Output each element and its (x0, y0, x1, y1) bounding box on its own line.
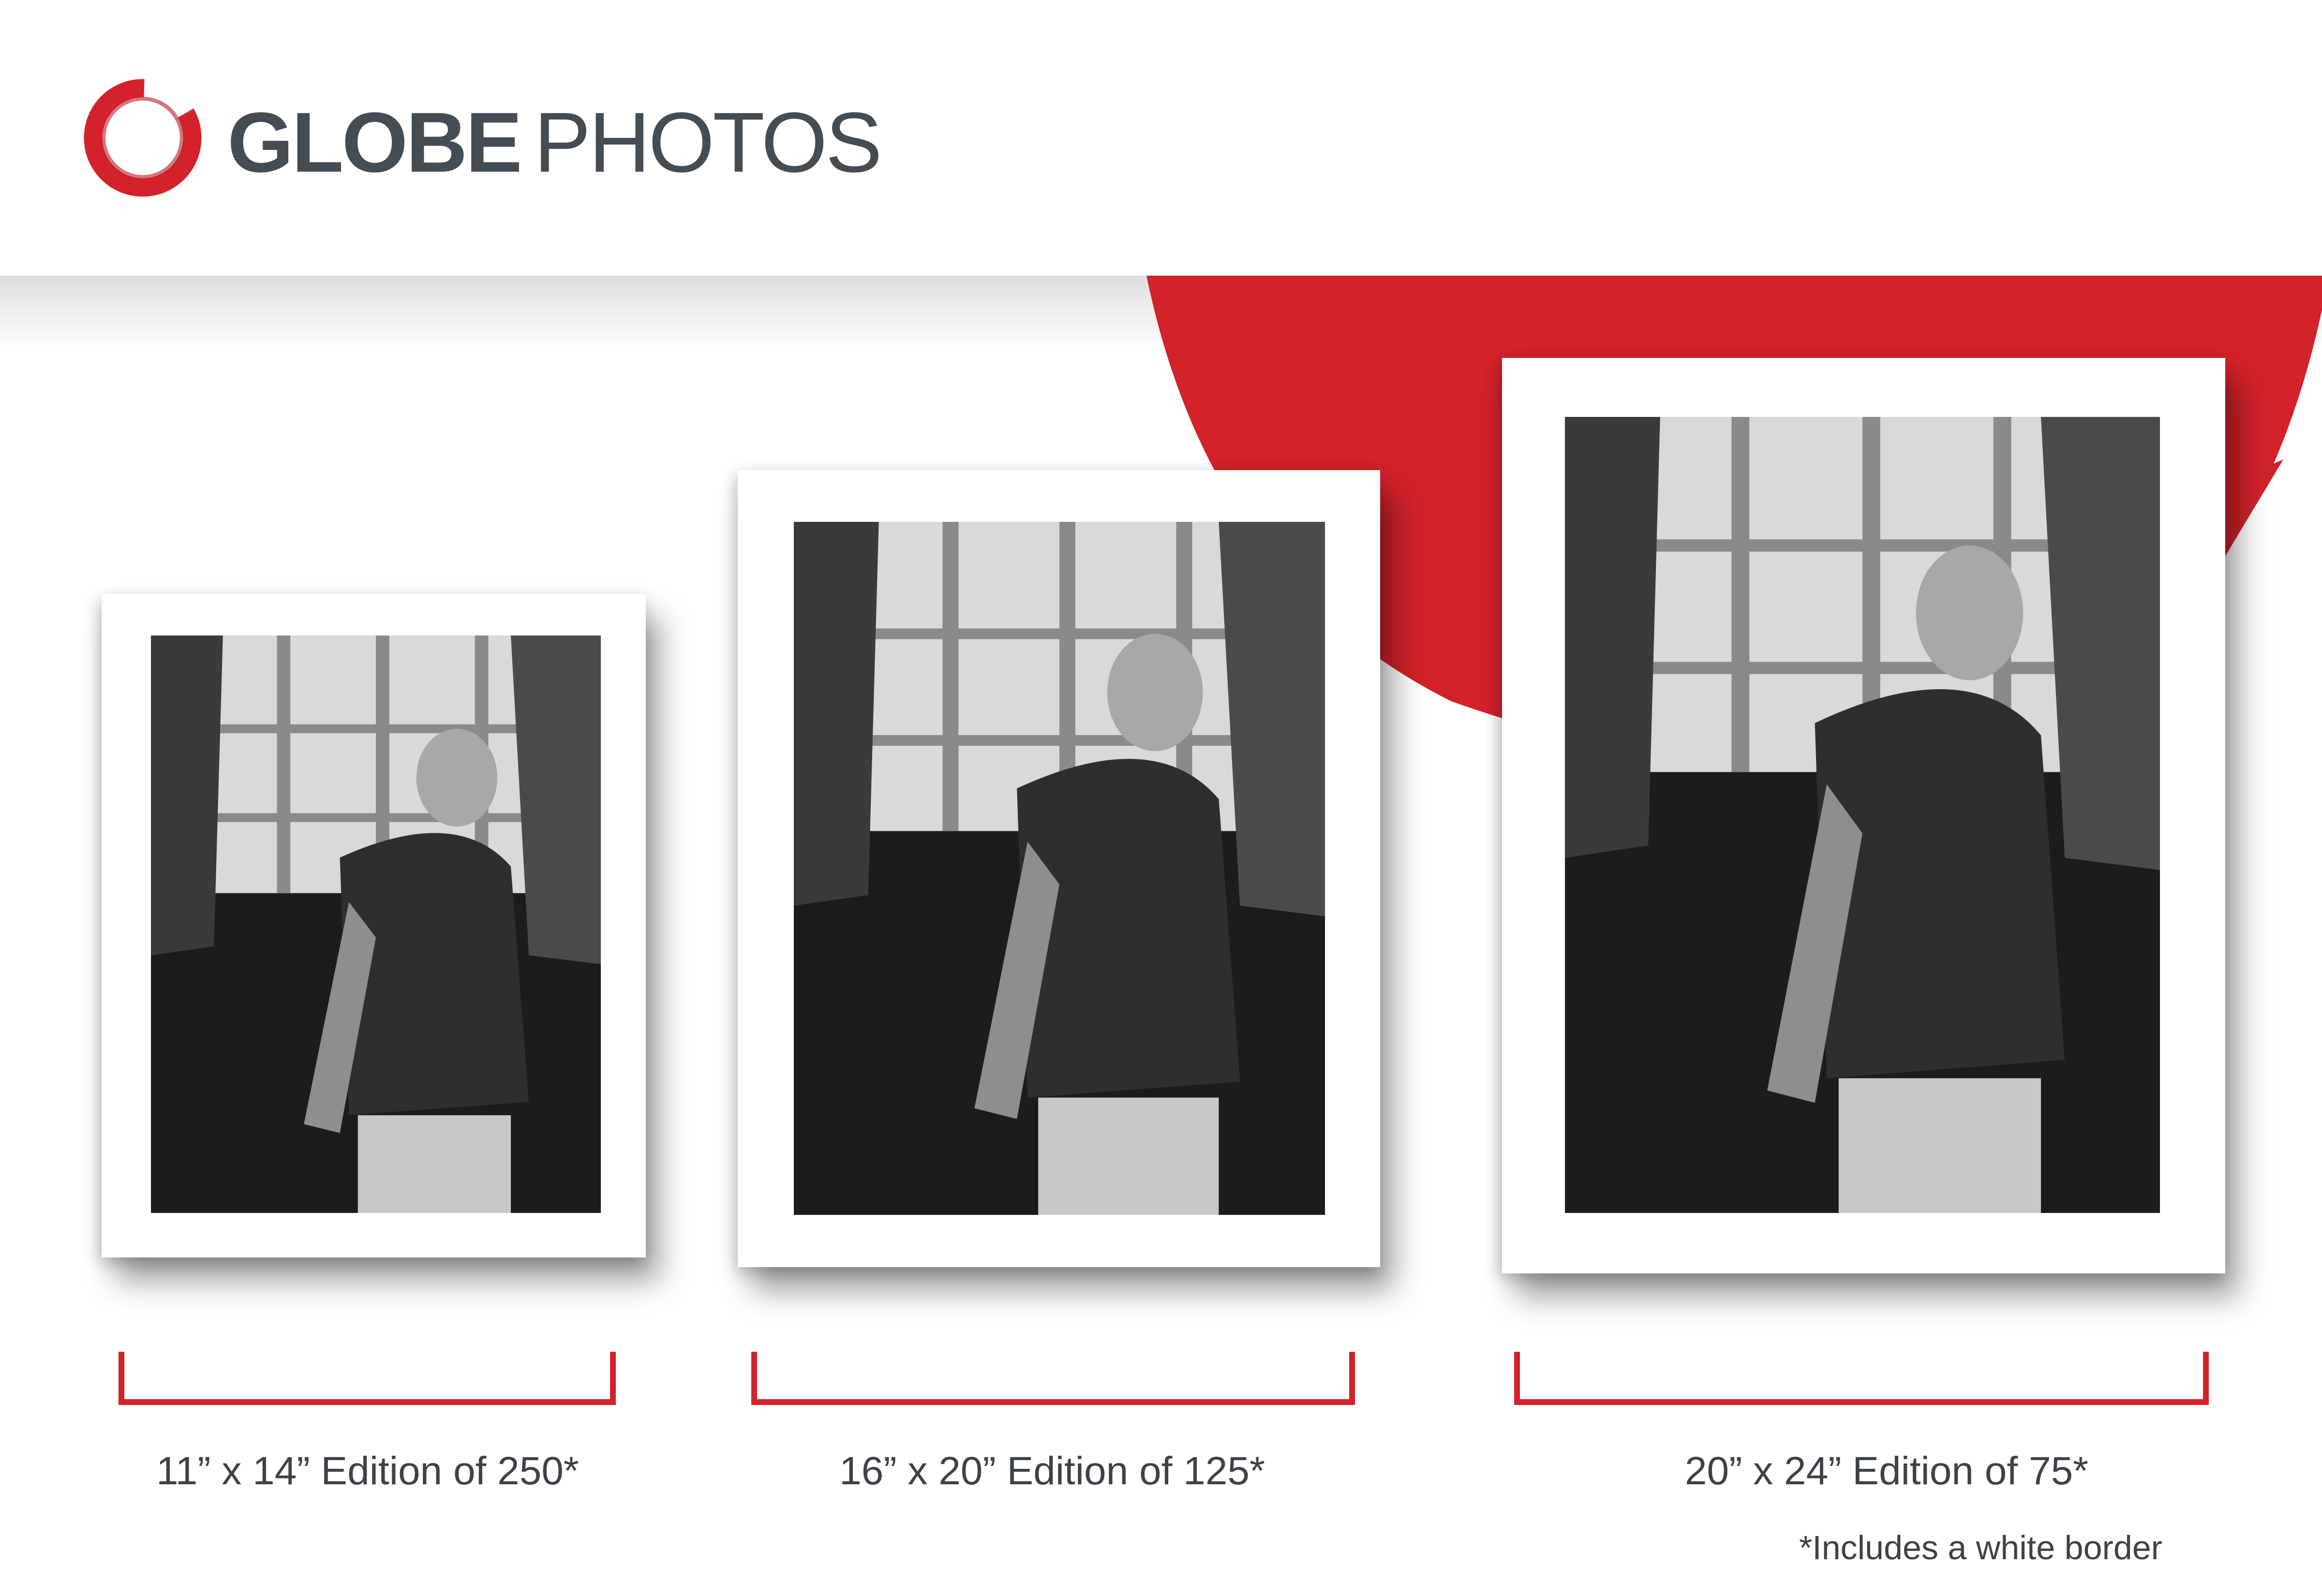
photo-11x14 (151, 635, 601, 1213)
brand-name-bold: GLOBE (227, 95, 522, 190)
print-20x24 (1502, 358, 2225, 1273)
size-bracket-20x24 (1514, 1352, 2209, 1405)
print-11x14 (102, 594, 646, 1257)
brand-name-light: PHOTOS (534, 95, 882, 190)
caption-16x20: 16” x 20” Edition of 125* (839, 1449, 1265, 1493)
footnote: *Includes a white border (1799, 1529, 2162, 1566)
caption-11x14: 11” x 14” Edition of 250* (156, 1449, 579, 1493)
man-portrait-photo-icon (794, 522, 1325, 1215)
man-portrait-photo-icon (1565, 417, 2160, 1213)
size-bracket-16x20 (751, 1352, 1355, 1405)
caption-20x24: 20” x 24” Edition of 75* (1684, 1449, 2089, 1493)
photo-16x20 (794, 522, 1325, 1215)
print-16x20 (738, 470, 1380, 1267)
size-bracket-11x14 (119, 1352, 616, 1405)
globe-logo-icon (84, 79, 202, 197)
man-portrait-photo-icon (151, 635, 601, 1213)
brand-name: GLOBE PHOTOS (227, 85, 882, 201)
header: GLOBE PHOTOS (0, 0, 2322, 276)
photo-20x24 (1565, 417, 2160, 1213)
